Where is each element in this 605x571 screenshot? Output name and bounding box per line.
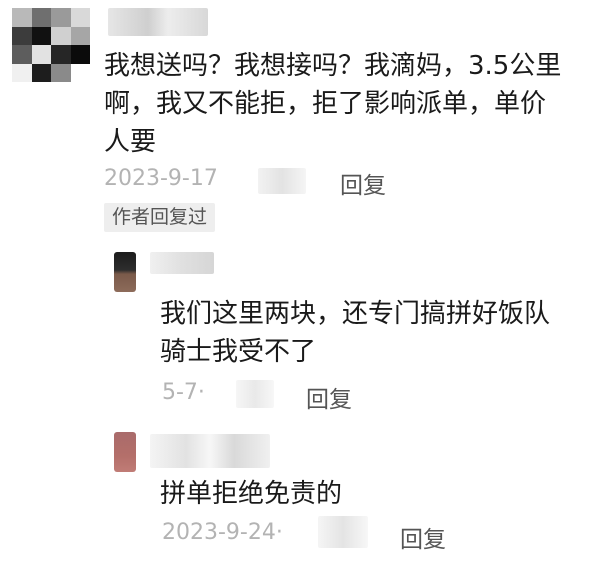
reply-name-blurred[interactable] [150,434,270,468]
reply-name-blurred[interactable] [150,252,214,274]
comment-date: 2023-9-17 [104,166,218,191]
comment-line-2: 啊，我又不能拒，拒了影响派单，单价 [104,89,547,119]
location-blurred [318,516,368,548]
reply-line-1: 我们这里两块，还专门搞拼好饭队 [160,299,551,329]
reply-button[interactable]: 回复 [306,380,352,414]
commenter-name-blurred[interactable] [108,8,208,36]
location-blurred [236,380,274,408]
location-blurred [258,168,306,194]
author-replied-badge: 作者回复过 [104,203,216,232]
reply-avatar[interactable] [114,252,136,292]
reply-date: 2023-9-24· [162,520,283,545]
reply-button[interactable]: 回复 [400,520,446,554]
commenter-avatar[interactable] [12,8,90,82]
comment-line-3: 人要 [104,127,157,157]
reply-line-2: 骑士我受不了 [160,337,317,367]
reply-button[interactable]: 回复 [340,166,386,200]
reply-avatar[interactable] [114,432,136,472]
reply-date: 5-7· [162,380,205,405]
reply-line-1: 拼单拒绝免责的 [160,479,343,509]
comment-line-1: 我想送吗？我想接吗？我滴妈，3.5公里 [104,51,562,81]
